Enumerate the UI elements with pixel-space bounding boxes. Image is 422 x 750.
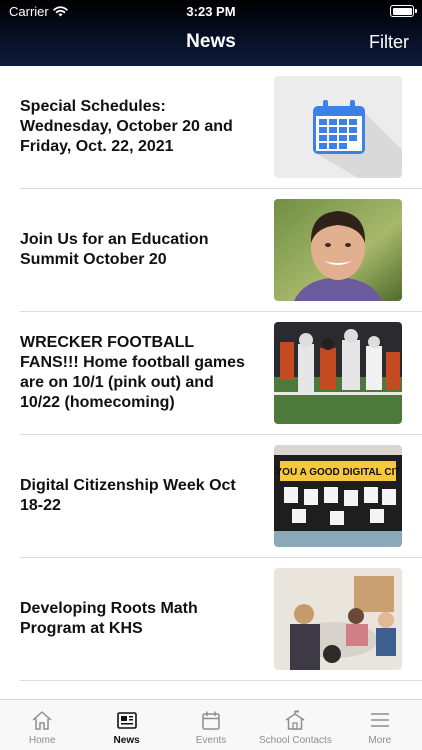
news-item[interactable]: Special Schedules: Wednesday, October 20… [20, 66, 422, 189]
news-item[interactable]: Digital Citizenship Week Oct 18-22 YOU A… [20, 435, 422, 558]
news-thumbnail [274, 568, 402, 670]
news-thumbnail [274, 322, 402, 424]
battery-icon [390, 5, 417, 17]
tab-school-contacts[interactable]: School Contacts [253, 700, 337, 750]
portrait-photo [274, 199, 402, 301]
news-screen: Carrier 3:23 PM News Filter Special Sche… [0, 0, 422, 750]
news-thumbnail: YOU A GOOD DIGITAL CIT [274, 445, 402, 547]
clock: 3:23 PM [186, 4, 236, 19]
tab-label: More [368, 735, 392, 746]
tab-label: Events [195, 735, 227, 746]
header: Carrier 3:23 PM News Filter [0, 0, 422, 66]
bulletin-board-text: YOU A GOOD DIGITAL CIT [276, 467, 401, 478]
tab-home[interactable]: Home [0, 700, 84, 750]
news-title: Special Schedules: Wednesday, October 20… [20, 98, 233, 155]
news-title: Join Us for an Education Summit October … [20, 231, 209, 268]
tab-more[interactable]: More [338, 700, 422, 750]
tab-bar: Home News Events School Contacts More [0, 699, 422, 750]
bulletin-board-photo: YOU A GOOD DIGITAL CIT [274, 445, 402, 547]
page-title: News [186, 31, 236, 52]
news-thumbnail [274, 199, 402, 301]
news-title: WRECKER FOOTBALL FANS!!! Home football g… [20, 334, 245, 411]
status-bar: Carrier 3:23 PM [0, 0, 422, 22]
tab-label: Home [28, 735, 56, 746]
calendar-icon [202, 711, 220, 730]
tab-events[interactable]: Events [169, 700, 253, 750]
school-icon [286, 710, 305, 730]
tab-news[interactable]: News [84, 700, 168, 750]
filter-button[interactable]: Filter [369, 32, 409, 53]
calendar-icon [274, 76, 402, 178]
tab-label: News [113, 735, 140, 746]
tab-label: School Contacts [259, 735, 332, 746]
news-title: Digital Citizenship Week Oct 18-22 [20, 477, 236, 514]
news-item[interactable]: Developing Roots Math Program at KHS [20, 558, 422, 681]
news-item[interactable]: WRECKER FOOTBALL FANS!!! Home football g… [20, 312, 422, 435]
menu-icon [370, 713, 389, 727]
news-item[interactable]: Join Us for an Education Summit October … [20, 189, 422, 312]
news-thumbnail [274, 76, 402, 178]
news-title: Developing Roots Math Program at KHS [20, 600, 198, 637]
classroom-photo [274, 568, 402, 670]
home-icon [32, 711, 52, 730]
newspaper-icon [116, 712, 137, 729]
football-game-photo [274, 322, 402, 424]
news-list[interactable]: Special Schedules: Wednesday, October 20… [0, 66, 422, 699]
